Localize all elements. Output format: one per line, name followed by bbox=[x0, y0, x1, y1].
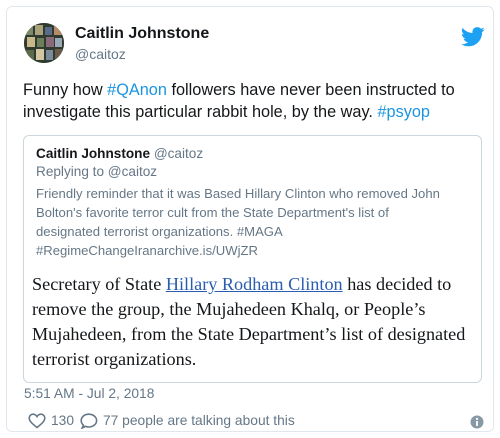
quoted-tweet[interactable]: Caitlin Johnstone @caitoz Replying to @c… bbox=[23, 135, 482, 383]
quoted-text-line: Bolton's favorite terror cult from the S… bbox=[36, 205, 389, 220]
quoted-text-line: Friendly reminder that it was Based Hill… bbox=[36, 186, 440, 201]
tweet-text-segment: Funny how bbox=[23, 81, 108, 99]
heart-icon[interactable] bbox=[28, 413, 46, 429]
excerpt-line: Secretary of State Hillary Rodham Clinto… bbox=[32, 272, 480, 297]
excerpt-line: terrorist organizations. bbox=[32, 349, 197, 369]
tweet-card: Caitlin Johnstone @caitoz Funny how #QAn… bbox=[6, 6, 494, 432]
twitter-bird-icon[interactable] bbox=[461, 27, 485, 47]
quoted-article-excerpt: Secretary of State Hillary Rodham Clinto… bbox=[32, 272, 480, 372]
tweet-text-segment: investigate this particular rabbit hole,… bbox=[23, 103, 378, 121]
quoted-author-handle: @caitoz bbox=[153, 146, 204, 161]
author-name[interactable]: Caitlin Johnstone bbox=[75, 25, 209, 43]
like-count: 130 bbox=[51, 413, 75, 428]
avatar[interactable] bbox=[24, 23, 64, 63]
quoted-author-name: Caitlin Johnstone bbox=[36, 146, 151, 161]
excerpt-line: Mujahedeen, from the State Department’s … bbox=[32, 324, 466, 344]
replying-to: Replying to @caitoz bbox=[36, 164, 158, 179]
excerpt-segment: has decided to bbox=[342, 274, 452, 294]
author-handle[interactable]: @caitoz bbox=[75, 46, 126, 62]
talking-about-count[interactable]: 77 people are talking about this bbox=[103, 413, 295, 428]
tweet-line-2: investigate this particular rabbit hole,… bbox=[23, 101, 483, 123]
tweet-text-segment: followers have never been instructed to bbox=[166, 81, 455, 99]
hashtag-psyop[interactable]: #psyop bbox=[377, 103, 430, 121]
tweet-actions: 130 77 people are talking about this bbox=[24, 412, 494, 430]
tweet-line-1: Funny how #QAnon followers have never be… bbox=[23, 79, 483, 101]
quoted-text-line: designated terrorist organizations. #MAG… bbox=[36, 224, 283, 239]
hashtag-qanon[interactable]: #QAnon bbox=[107, 81, 167, 99]
quoted-tweet-header: Caitlin Johnstone @caitoz bbox=[36, 146, 203, 161]
quoted-text-line: #RegimeChangeIranarchive.is/UWjZR bbox=[36, 243, 258, 258]
tweet-body: Funny how #QAnon followers have never be… bbox=[23, 79, 483, 123]
info-icon[interactable] bbox=[470, 415, 484, 429]
excerpt-line: remove the group, the Mujahedeen Khalq, … bbox=[32, 299, 426, 319]
reply-bubble-icon[interactable] bbox=[80, 413, 98, 429]
excerpt-segment: Secretary of State bbox=[32, 274, 166, 294]
tweet-timestamp[interactable]: 5:51 AM - Jul 2, 2018 bbox=[24, 386, 154, 401]
hillary-clinton-link[interactable]: Hillary Rodham Clinton bbox=[166, 274, 343, 294]
quoted-tweet-text: Friendly reminder that it was Based Hill… bbox=[36, 184, 472, 260]
